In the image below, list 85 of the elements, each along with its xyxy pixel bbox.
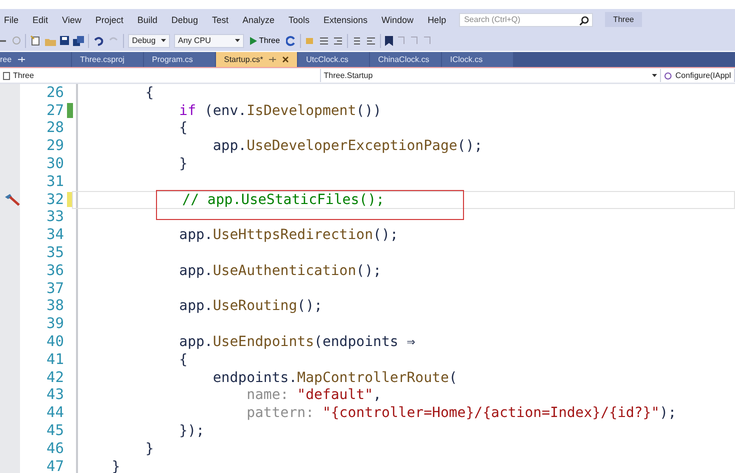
line-number: 32: [46, 192, 64, 208]
refresh-icon[interactable]: [286, 36, 296, 46]
type-dropdown[interactable]: Three.Startup: [320, 69, 662, 82]
line-number: 37: [46, 280, 64, 297]
code-line: {: [178, 120, 188, 136]
project-icon: [3, 72, 10, 80]
method-icon: [664, 72, 672, 80]
line-number: 30: [46, 156, 64, 172]
new-item-icon[interactable]: [30, 35, 41, 46]
menu-item[interactable]: Analyze: [235, 14, 282, 24]
indent-icon[interactable]: [332, 36, 343, 46]
document-tab[interactable]: Three.csproj: [72, 52, 144, 67]
project-dropdown[interactable]: Three: [0, 69, 321, 82]
line-number: 42: [46, 370, 64, 386]
code-line: }: [178, 156, 188, 172]
list-icon[interactable]: [318, 36, 329, 46]
line-number: 43: [46, 387, 64, 404]
menu-item[interactable]: Window: [374, 14, 421, 24]
menu-item[interactable]: Edit: [26, 14, 56, 24]
line-number: 44: [46, 405, 64, 422]
code-line: });: [178, 423, 204, 440]
code-line: // app.UseStaticFiles();: [181, 192, 384, 208]
undo-icon[interactable]: [93, 36, 104, 46]
menu-item[interactable]: Project: [88, 14, 130, 24]
code-line: }: [110, 458, 120, 473]
document-tab[interactable]: IClock.cs: [442, 52, 514, 67]
code-line: app.UseHttpsRedirection();: [178, 227, 398, 244]
member-dropdown[interactable]: Configure(IAppl: [661, 69, 735, 82]
line-number: 29: [46, 138, 64, 154]
line-number: 26: [46, 84, 64, 101]
line-number: 47: [46, 458, 64, 473]
start-button[interactable]: Three: [248, 36, 282, 45]
line-number: 27: [46, 102, 64, 119]
menu-item[interactable]: View: [55, 14, 88, 24]
solution-title: Three: [605, 12, 642, 27]
play-icon: [250, 36, 257, 44]
bookmark-icon[interactable]: [384, 36, 393, 46]
menu-item[interactable]: Debug: [164, 14, 205, 24]
save-icon[interactable]: [60, 36, 69, 45]
menu-item[interactable]: Build: [130, 14, 164, 24]
document-tab[interactable]: Program.cs: [144, 52, 216, 67]
line-number: 39: [46, 316, 64, 332]
menu-item[interactable]: Help: [420, 14, 454, 24]
caret-icon: [235, 39, 240, 42]
line-number: 36: [46, 262, 64, 279]
code-line: if (env.IsDevelopment()): [178, 102, 382, 119]
code-line: app.UseEndpoints(endpoints ⇒: [178, 334, 416, 350]
document-tab[interactable]: UtcClock.cs: [298, 52, 370, 67]
menu-item[interactable]: Extensions: [316, 14, 375, 24]
outdent-icon[interactable]: [366, 36, 376, 46]
align-icon[interactable]: [352, 36, 362, 46]
menu-item[interactable]: File: [0, 14, 26, 24]
search-icon: [579, 16, 590, 26]
code-line: }: [144, 440, 154, 457]
document-tab[interactable]: ree: [0, 52, 72, 67]
line-number: 33: [46, 209, 64, 226]
hammer-icon[interactable]: [4, 193, 20, 206]
code-line: endpoints.MapControllerRoute(: [212, 370, 458, 386]
line-number: 46: [46, 440, 64, 457]
save-all-icon[interactable]: [73, 36, 84, 46]
code-line: {: [144, 84, 154, 101]
code-line: app.UseRouting();: [178, 298, 322, 314]
code-line: app.UseAuthentication();: [178, 262, 382, 279]
code-line: app.UseDeveloperExceptionPage();: [212, 138, 483, 154]
menu-item[interactable]: Test: [204, 14, 236, 24]
line-number: 40: [46, 334, 64, 350]
document-tab[interactable]: Startup.cs*: [216, 52, 298, 67]
configuration-dropdown[interactable]: Debug: [128, 34, 170, 48]
code-line: pattern: "{controller=Home}/{action=Index}/{id?}");: [246, 405, 676, 422]
code-line: {: [178, 352, 188, 368]
line-number: 45: [46, 423, 64, 440]
code-line: name: "default",: [246, 387, 382, 404]
search-field[interactable]: Search (Ctrl+Q): [459, 12, 594, 26]
caret-icon: [161, 39, 166, 42]
caret-icon: [652, 74, 658, 77]
document-tab[interactable]: ChinaClock.cs: [370, 52, 442, 67]
close-icon[interactable]: [282, 56, 290, 63]
line-number: 35: [46, 245, 64, 262]
platform-dropdown[interactable]: Any CPU: [174, 34, 244, 48]
menu-item[interactable]: Tools: [282, 14, 317, 24]
line-number: 41: [46, 352, 64, 368]
line-number: 28: [46, 120, 64, 136]
line-number: 34: [46, 227, 64, 244]
line-number: 31: [46, 174, 64, 190]
line-number: 38: [46, 298, 64, 314]
